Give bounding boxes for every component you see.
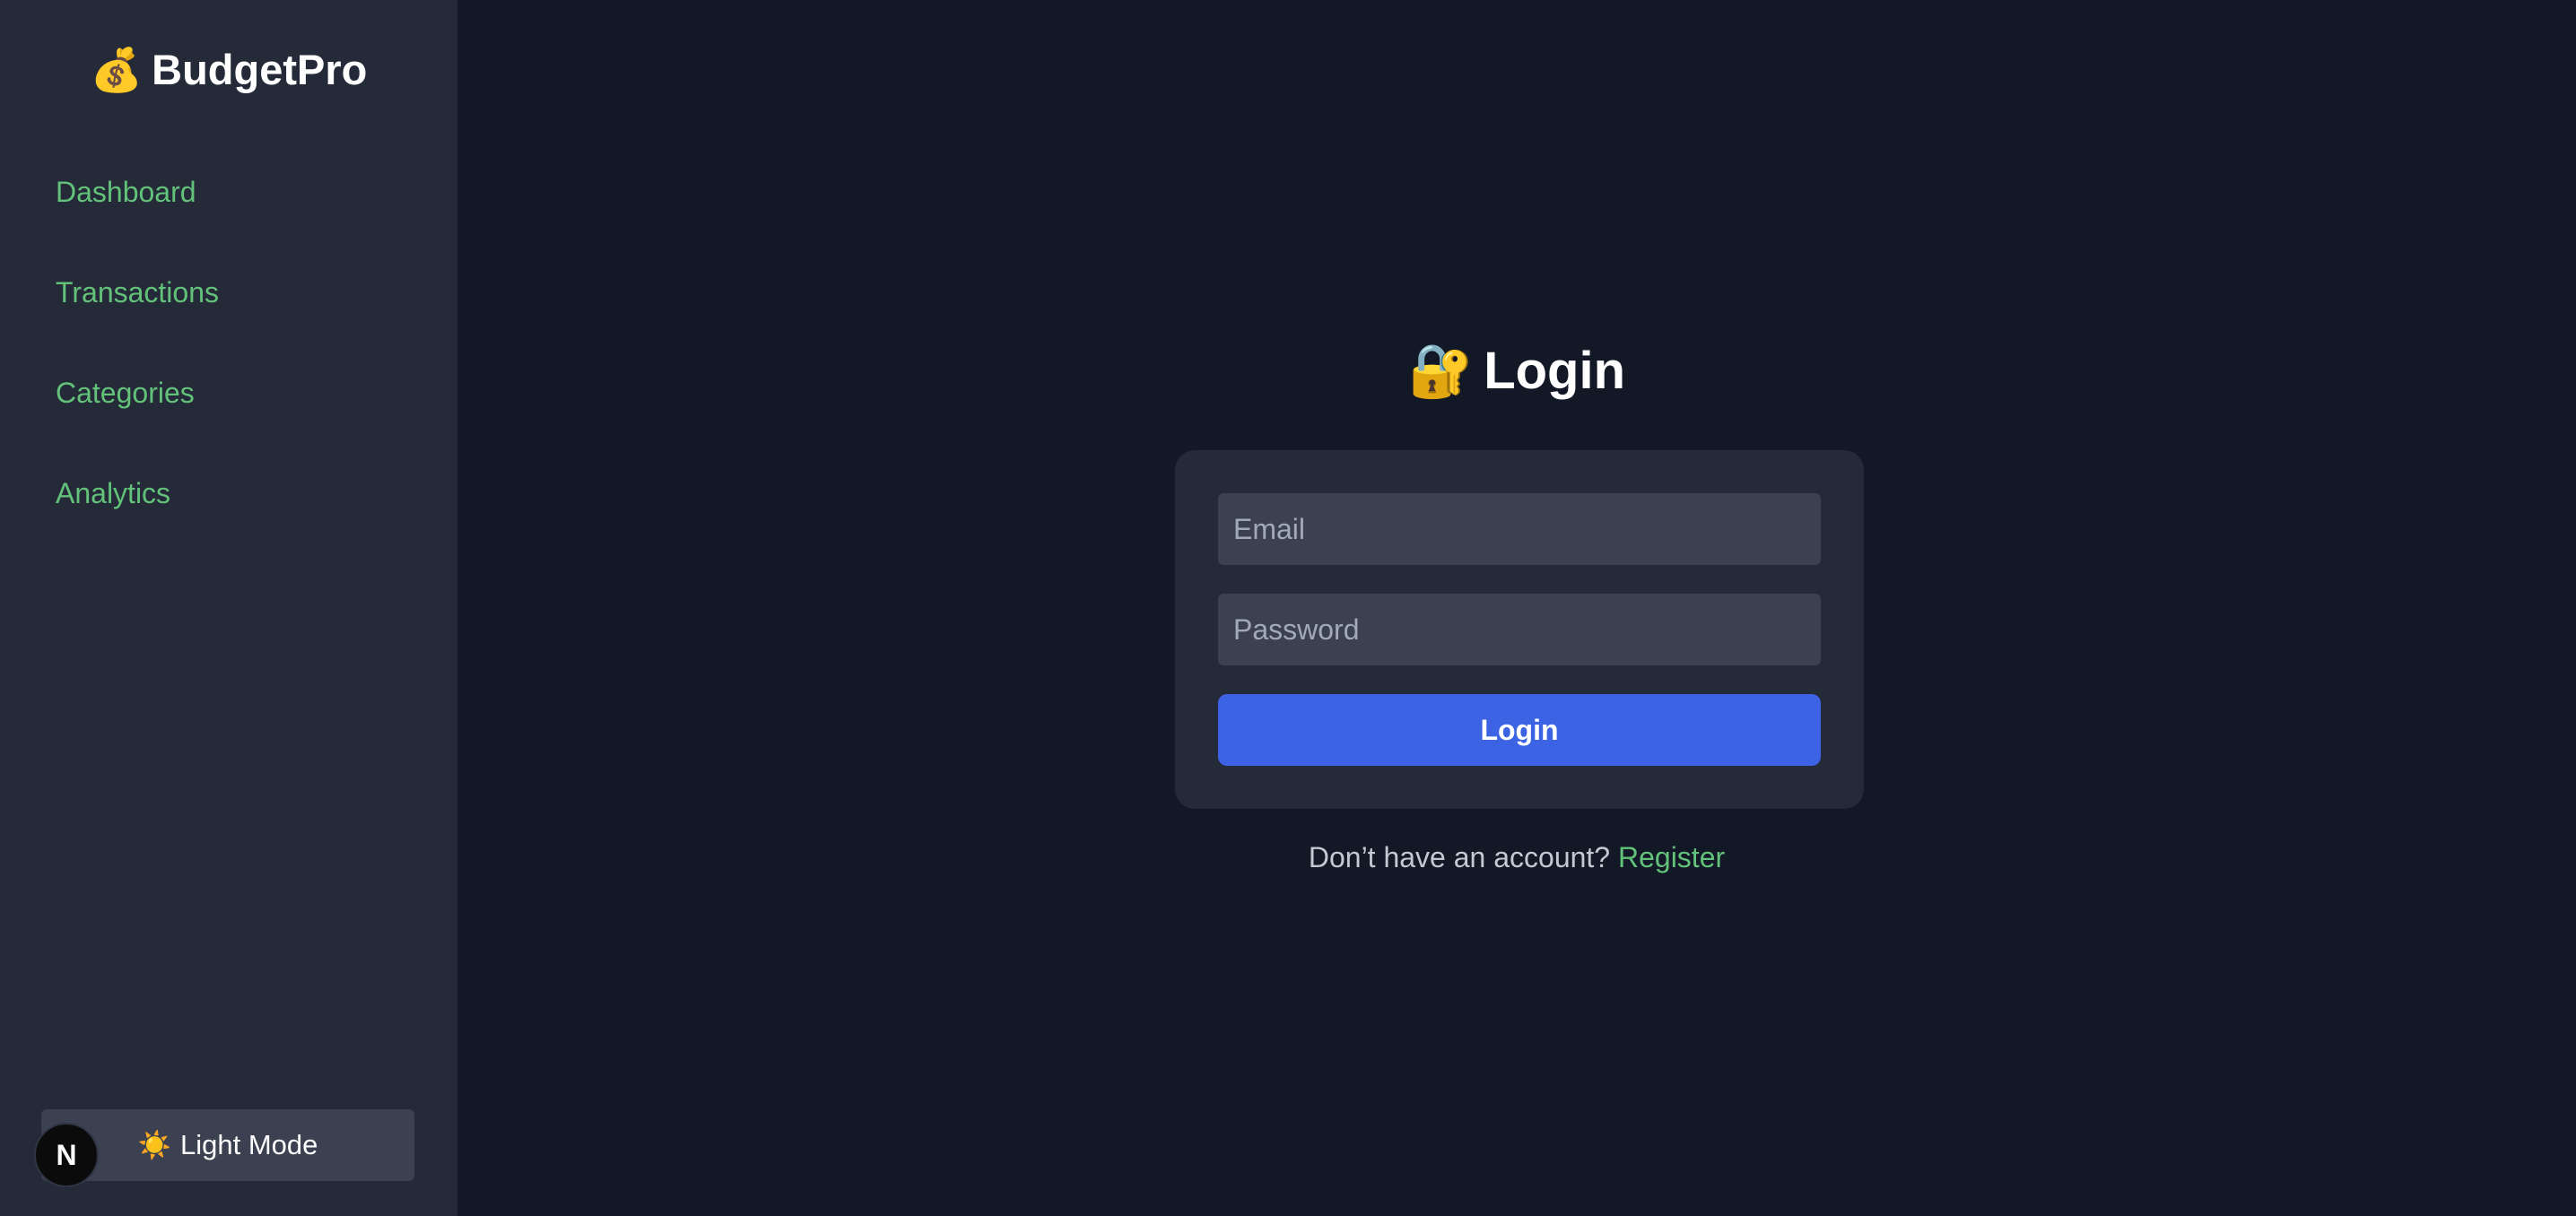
email-field[interactable] xyxy=(1218,493,1821,565)
main-content: 🔐Login Login Don’t have an account? Regi… xyxy=(457,0,2576,1216)
login-card: Login xyxy=(1175,450,1864,809)
money-bag-icon: 💰 xyxy=(90,46,144,93)
theme-toggle-label: Light Mode xyxy=(179,1129,318,1160)
sidebar: 💰 BudgetPro Dashboard Transactions Catego… xyxy=(0,0,457,1216)
sidebar-item-analytics[interactable]: Analytics xyxy=(56,477,170,510)
nextjs-badge-letter: N xyxy=(56,1138,77,1171)
sidebar-item-dashboard[interactable]: Dashboard xyxy=(56,176,196,209)
sun-icon: ☀️ xyxy=(137,1130,171,1160)
page-title-text: Login xyxy=(1484,342,1626,400)
sidebar-item-transactions[interactable]: Transactions xyxy=(56,276,219,309)
nextjs-icon[interactable]: N xyxy=(34,1123,99,1187)
sidebar-item-categories[interactable]: Categories xyxy=(56,377,195,410)
password-field[interactable] xyxy=(1218,594,1821,665)
register-link[interactable]: Register xyxy=(1618,841,1725,873)
page-title: 🔐 Login xyxy=(457,341,2576,402)
register-prompt-text: Don’t have an account? xyxy=(1308,841,1611,873)
brand-name: BudgetPro xyxy=(152,46,368,93)
register-prompt: Don’t have an account? Register xyxy=(457,841,2576,874)
app-root: 💰 BudgetPro Dashboard Transactions Catego… xyxy=(0,0,2576,1216)
brand-logo[interactable]: 💰 BudgetPro xyxy=(0,45,457,95)
lock-key-icon: 🔐 xyxy=(1407,342,1474,400)
login-button[interactable]: Login xyxy=(1218,694,1821,766)
